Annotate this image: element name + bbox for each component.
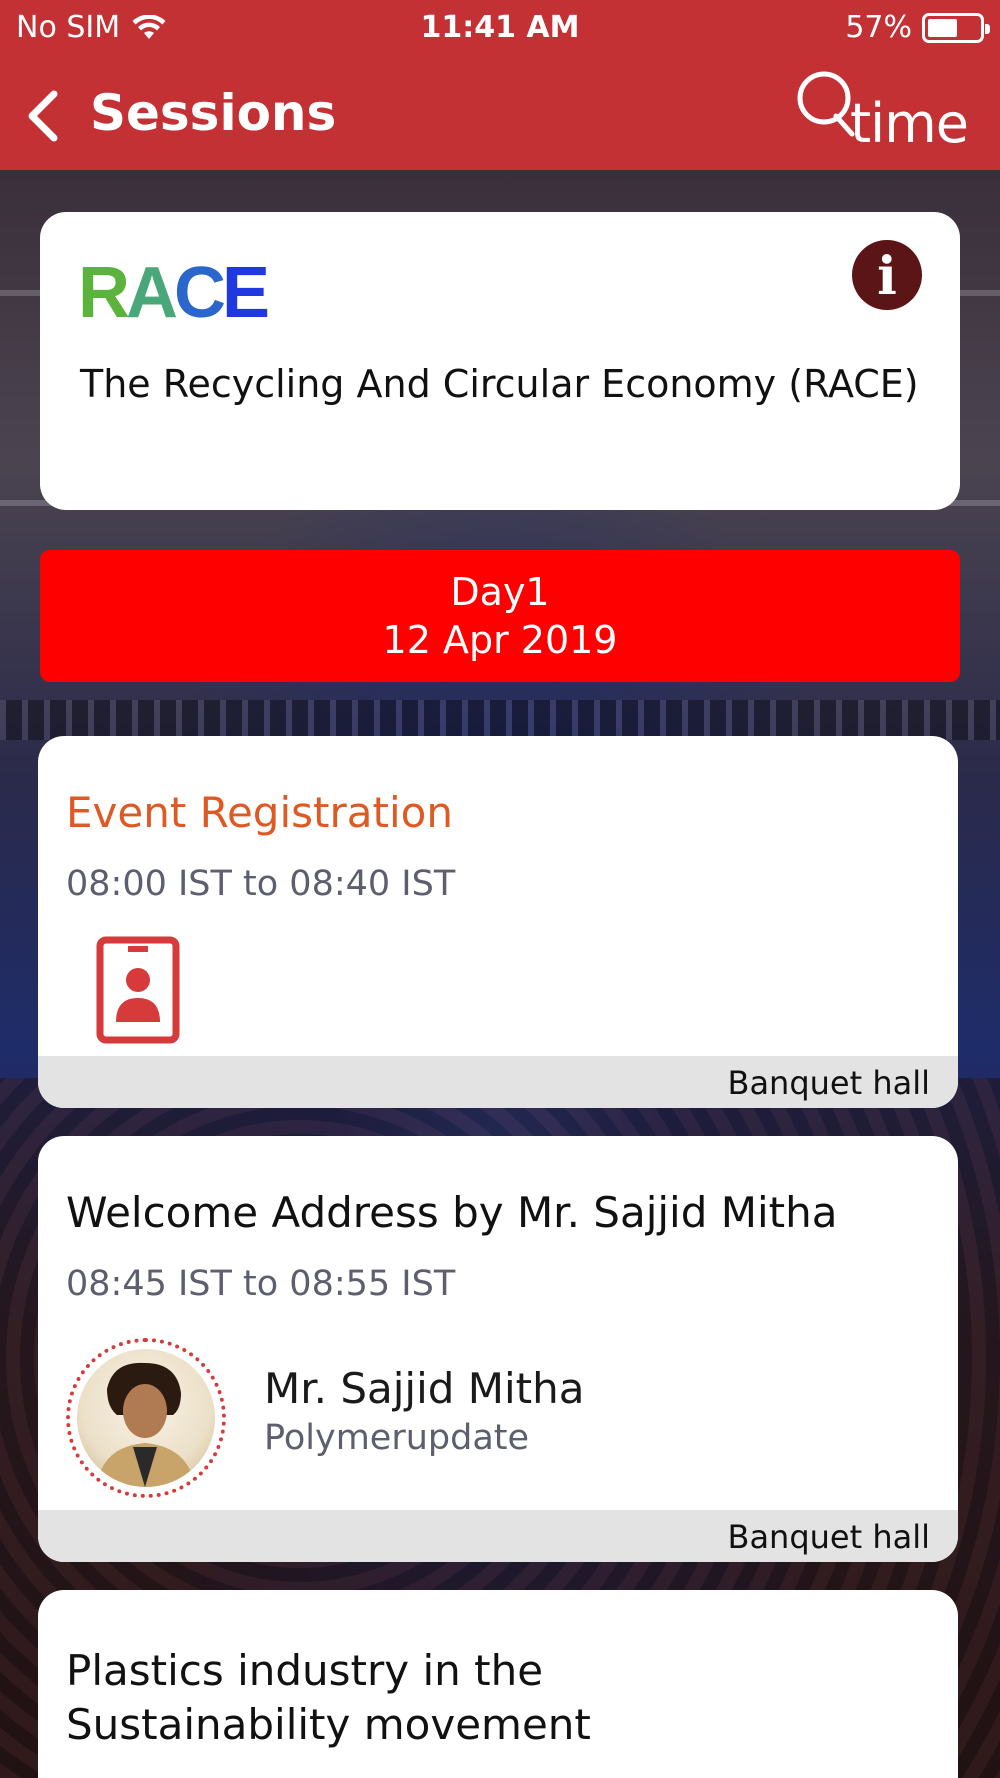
speaker-avatar[interactable] [66,1338,226,1498]
event-title: The Recycling And Circular Economy (RACE… [80,362,919,406]
session-title-line1: Plastics industry in the [66,1646,544,1695]
session-card[interactable]: Event Registration 08:00 IST to 08:40 IS… [38,736,958,1108]
day-label: Day1 [450,570,550,614]
event-header-card: RACE i The Recycling And Circular Econom… [40,212,960,510]
day-date: 12 Apr 2019 [382,618,618,662]
nav-bar: Sessions time [0,60,1000,170]
session-time: 08:00 IST to 08:40 IST [66,864,456,904]
logo-wordmark: time [850,92,969,155]
session-title: Event Registration [66,788,453,837]
battery-icon [922,12,990,43]
stage-lights [0,700,1000,740]
venue-label: Banquet hall [727,1518,930,1556]
chevron-left-icon [28,90,58,142]
speaker-organization: Polymerupdate [264,1418,530,1458]
venue-label: Banquet hall [727,1064,930,1102]
session-venue-bar: Banquet hall [38,1056,958,1108]
session-card[interactable]: Welcome Address by Mr. Sajjid Mitha 08:4… [38,1136,958,1562]
info-icon: i [877,246,897,307]
session-title: Welcome Address by Mr. Sajjid Mitha [66,1188,838,1237]
battery-info: 57% [845,10,990,45]
id-badge-icon [96,936,180,1044]
battery-percent: 57% [845,10,912,45]
day-selector[interactable]: Day1 12 Apr 2019 [40,550,960,682]
page-title: Sessions [90,84,337,142]
session-title-line2: Sustainability movement [66,1700,591,1749]
session-card[interactable]: Plastics industry in the Sustainability … [38,1590,958,1778]
speaker-photo [77,1349,215,1487]
qtime-logo: time [790,64,969,160]
session-time: 08:45 IST to 08:55 IST [66,1264,456,1304]
speaker-name: Mr. Sajjid Mitha [264,1364,585,1413]
back-button[interactable] [20,86,70,146]
session-venue-bar: Banquet hall [38,1510,958,1562]
race-logo: RACE [78,253,270,333]
status-bar: No SIM 11:41 AM 57% [0,0,1000,56]
top-bar: No SIM 11:41 AM 57% Sessions time [0,0,1000,170]
info-button[interactable]: i [852,240,922,310]
person-icon [97,1362,195,1487]
